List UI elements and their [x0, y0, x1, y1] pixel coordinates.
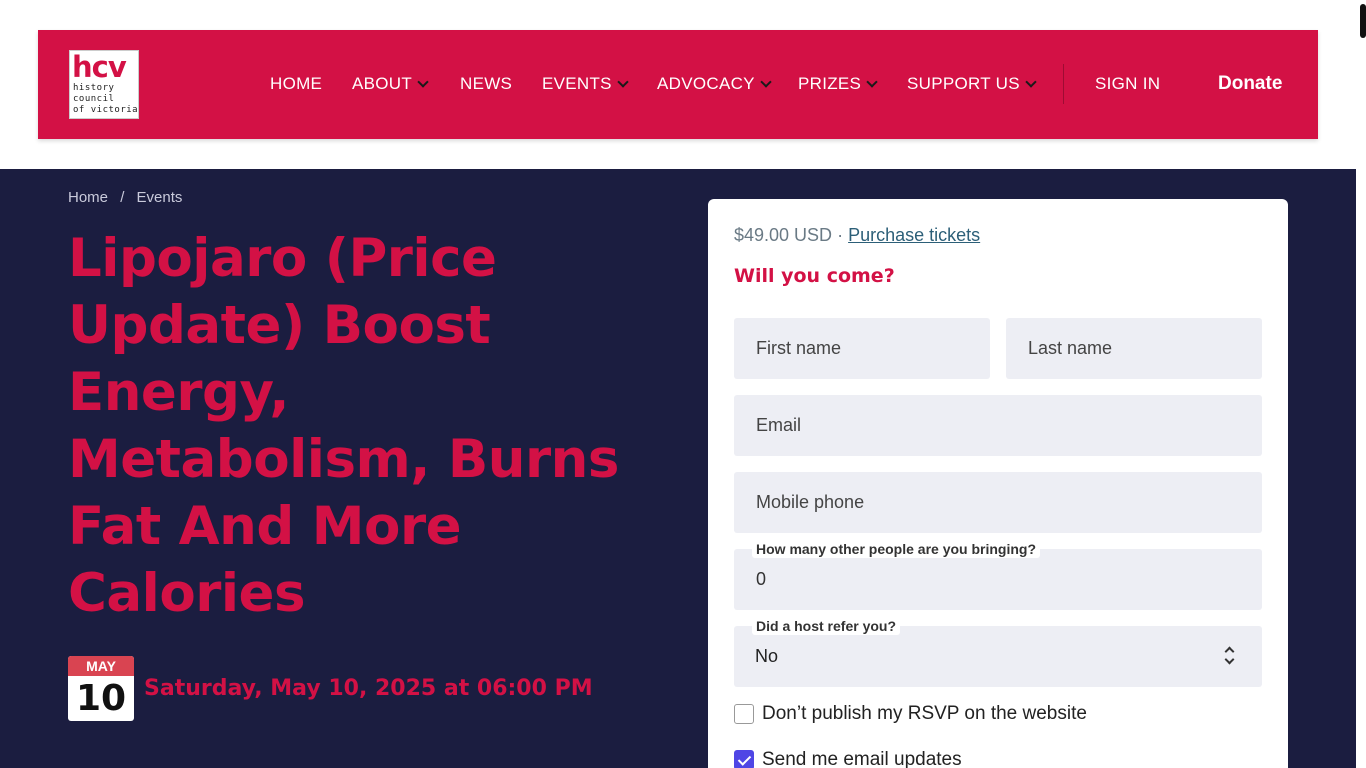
nav-events[interactable]: EVENTS	[542, 74, 629, 94]
nav-prizes-label: PRIZES	[798, 74, 862, 93]
ticket-price: $49.00 USD	[734, 225, 833, 245]
event-main: Home / Events Lipojaro (Price Update) Bo…	[0, 169, 1356, 768]
event-title: Lipojaro (Price Update) Boost Energy, Me…	[68, 228, 619, 624]
scrollbar-thumb[interactable]	[1360, 4, 1366, 38]
dont-publish-checkbox[interactable]	[734, 704, 754, 724]
first-name-input[interactable]	[734, 318, 990, 379]
breadcrumb-separator: /	[120, 189, 125, 206]
nav-prizes[interactable]: PRIZES	[798, 74, 878, 94]
first-name-field	[734, 318, 990, 379]
mobile-phone-input[interactable]	[734, 472, 1262, 533]
logo-text-line: council	[73, 94, 115, 104]
select-arrows-icon	[1224, 644, 1236, 668]
last-name-field	[1006, 318, 1262, 379]
chevron-down-icon	[417, 75, 429, 88]
nav-about-label: ABOUT	[352, 74, 413, 93]
logo-text-line: history	[73, 83, 115, 93]
email-input[interactable]	[734, 395, 1262, 456]
chevron-down-icon	[1025, 75, 1037, 88]
last-name-input[interactable]	[1006, 318, 1262, 379]
event-datetime: Saturday, May 10, 2025 at 06:00 PM	[144, 676, 593, 701]
date-day: 10	[75, 678, 127, 719]
price-separator: ·	[837, 225, 844, 245]
nav-home[interactable]: HOME	[270, 74, 322, 94]
sign-in-label: SIGN IN	[1095, 74, 1161, 93]
guests-label: How many other people are you bringing?	[752, 540, 1041, 558]
logo-text-line: of victoria	[73, 105, 139, 115]
rsvp-card: $49.00 USD · Purchase tickets Will you c…	[708, 199, 1288, 768]
nav-support-us[interactable]: SUPPORT US	[907, 74, 1037, 94]
breadcrumb-home[interactable]: Home	[68, 189, 108, 206]
purchase-tickets-link[interactable]: Purchase tickets	[848, 225, 980, 245]
host-referral-field[interactable]: Did a host refer you? No	[734, 617, 1262, 687]
nav-home-label: HOME	[270, 74, 323, 93]
nav-support-us-label: SUPPORT US	[907, 74, 1020, 93]
nav-news-label: NEWS	[460, 74, 513, 93]
nav-about[interactable]: ABOUT	[352, 74, 429, 94]
hcv-logo[interactable]: hcv history council of victoria	[69, 50, 139, 119]
chevron-down-icon	[760, 75, 772, 88]
date-month: MAY	[68, 656, 134, 676]
nav-advocacy-label: ADVOCACY	[657, 74, 755, 93]
rsvp-heading: Will you come?	[734, 265, 895, 287]
host-referral-select[interactable]: No	[755, 646, 778, 667]
nav-divider	[1063, 64, 1064, 104]
date-badge: MAY 10	[68, 656, 134, 721]
nav-advocacy[interactable]: ADVOCACY	[657, 74, 772, 94]
nav-news[interactable]: NEWS	[460, 74, 512, 94]
email-updates-checkbox[interactable]	[734, 750, 754, 768]
guests-input[interactable]	[734, 549, 1262, 610]
nav-events-label: EVENTS	[542, 74, 612, 93]
email-updates-row[interactable]: Send me email updates	[734, 749, 962, 768]
dont-publish-row[interactable]: Don’t publish my RSVP on the website	[734, 703, 1087, 725]
email-field	[734, 395, 1262, 456]
breadcrumb-events[interactable]: Events	[137, 189, 183, 206]
logo-mark: hcv	[72, 50, 127, 84]
price-line: $49.00 USD · Purchase tickets	[734, 225, 980, 246]
donate-button[interactable]: Donate	[1218, 73, 1282, 95]
chevron-down-icon	[617, 75, 629, 88]
phone-field	[734, 472, 1262, 533]
sign-in-link[interactable]: SIGN IN	[1095, 74, 1160, 94]
email-updates-label: Send me email updates	[762, 749, 962, 768]
guests-field: How many other people are you bringing?	[734, 540, 1262, 610]
host-referral-label: Did a host refer you?	[752, 617, 901, 635]
chevron-down-icon	[866, 75, 878, 88]
breadcrumb: Home / Events	[68, 189, 182, 206]
dont-publish-label: Don’t publish my RSVP on the website	[762, 703, 1087, 724]
site-header: hcv history council of victoria HOME ABO…	[38, 30, 1318, 139]
